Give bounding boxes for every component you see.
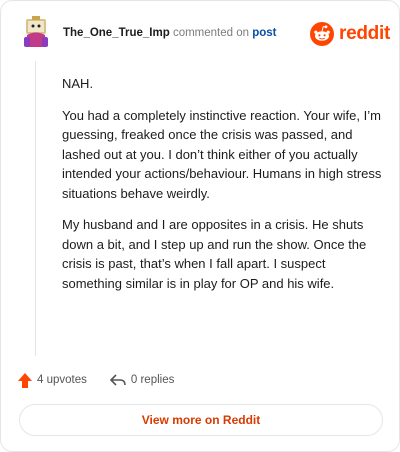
reply-button[interactable]: 0 replies bbox=[109, 372, 174, 388]
comment-embed-card: The_One_True_Imp commented on post reddi… bbox=[0, 0, 400, 452]
comment-header: The_One_True_Imp commented on post reddi… bbox=[21, 15, 390, 53]
view-more-button[interactable]: View more on Reddit bbox=[19, 404, 383, 436]
username-link[interactable]: The_One_True_Imp bbox=[63, 27, 170, 39]
post-link[interactable]: post bbox=[252, 27, 276, 39]
upvote-button[interactable]: 4 upvotes bbox=[17, 372, 87, 389]
avatar-icon[interactable] bbox=[21, 15, 51, 49]
action-text: commented on bbox=[172, 27, 250, 39]
comment-actions: 4 upvotes 0 replies bbox=[17, 371, 174, 389]
comment-paragraph: NAH. bbox=[62, 76, 94, 91]
reply-count: 0 replies bbox=[130, 374, 175, 386]
comment-body: NAH. You had a completely instinctive re… bbox=[62, 74, 382, 305]
upvote-count: 4 upvotes bbox=[37, 374, 87, 386]
reddit-wordmark: reddit bbox=[339, 23, 390, 44]
comment-meta: The_One_True_Imp commented on post bbox=[63, 27, 277, 39]
comment-paragraph: My husband and I are opposites in a cris… bbox=[62, 217, 367, 291]
reddit-alien-icon bbox=[310, 22, 334, 46]
reply-arrow-icon bbox=[110, 374, 126, 386]
reddit-logo[interactable]: reddit bbox=[310, 22, 390, 46]
comment-paragraph: You had a completely instinctive reactio… bbox=[62, 107, 382, 201]
upvote-arrow-icon bbox=[18, 372, 32, 388]
thread-line bbox=[35, 61, 36, 356]
